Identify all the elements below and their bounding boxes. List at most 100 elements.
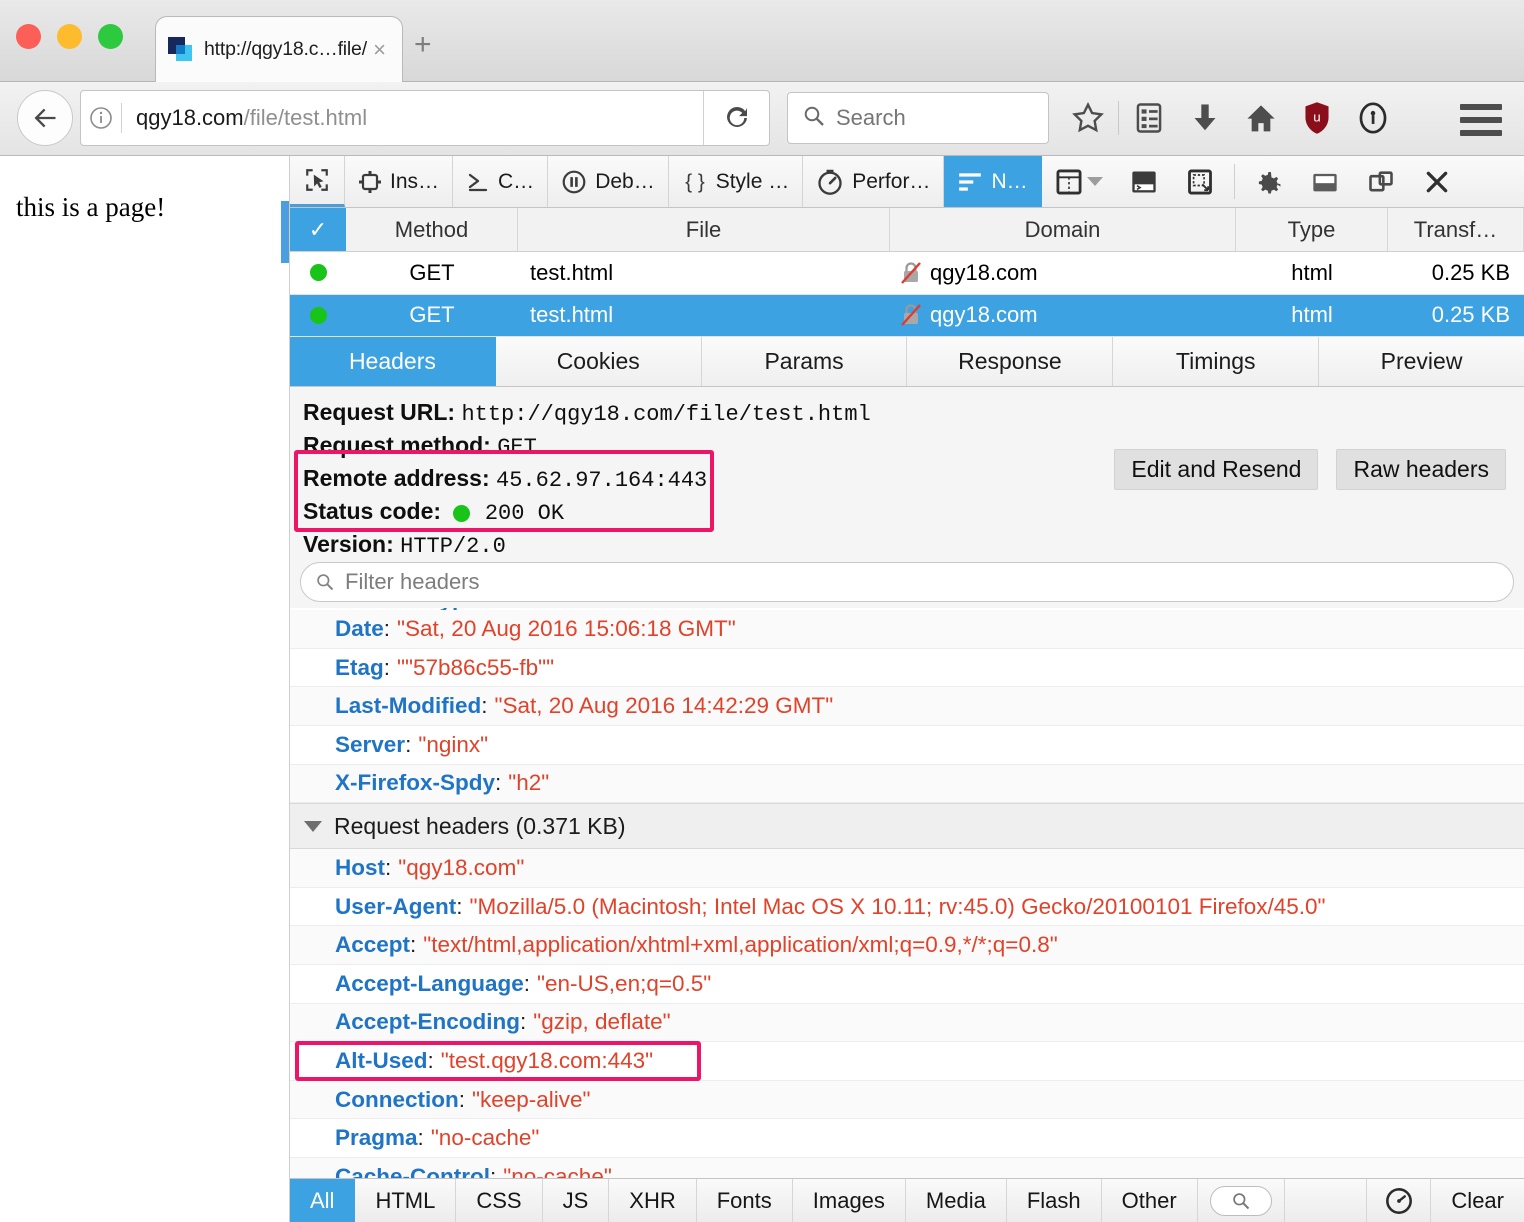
column-header-file[interactable]: File [518, 208, 890, 251]
filter-all[interactable]: All [290, 1179, 355, 1222]
header-name: Last-Modified [335, 693, 481, 719]
tab-strip: http://qgy18.c…file/test.html × + [0, 0, 1524, 82]
browser-tab[interactable]: http://qgy18.c…file/test.html × [155, 16, 403, 82]
page-scrollbar[interactable] [281, 201, 289, 263]
address-bar[interactable]: qgy18.com/file/test.html [80, 90, 770, 146]
filter-images[interactable]: Images [793, 1179, 906, 1222]
chevron-down-icon[interactable] [1087, 177, 1103, 186]
devtools-tab-debugger[interactable]: Deb… [548, 156, 669, 207]
filter-js[interactable]: JS [543, 1179, 610, 1222]
table-row[interactable]: GET test.html qgy18.com html 0.25 KB [290, 252, 1524, 295]
filter-headers-placeholder: Filter headers [345, 569, 480, 595]
back-button[interactable] [17, 90, 73, 146]
network-search-button[interactable] [1198, 1179, 1285, 1222]
header-name: X-Firefox-Spdy [335, 770, 495, 796]
raw-headers-button[interactable]: Raw headers [1336, 449, 1506, 490]
row-domain: qgy18.com [930, 260, 1038, 286]
close-devtools-button[interactable] [1409, 156, 1465, 207]
devtools-tab-label: C… [498, 170, 534, 194]
header-value: "en-US,en;q=0.5" [537, 971, 711, 997]
onepassword-icon[interactable] [1345, 92, 1401, 144]
request-summary: Request URL: http://qgy18.com/file/test.… [290, 387, 1524, 562]
header-name: Host [335, 855, 385, 881]
search-bar[interactable]: Search [787, 92, 1049, 144]
tab-timings[interactable]: Timings [1113, 337, 1319, 386]
remote-address-value: 45.62.97.164:443 [496, 468, 707, 493]
row-type: html [1236, 295, 1388, 337]
tab-preview[interactable]: Preview [1319, 337, 1524, 386]
row-domain-cell: qgy18.com [890, 295, 1236, 337]
bookmark-star-icon[interactable] [1060, 92, 1116, 144]
address-bar-url[interactable]: qgy18.com/file/test.html [122, 105, 703, 131]
tab-cookies[interactable]: Cookies [496, 337, 702, 386]
favicon-icon [168, 37, 194, 63]
header-value: "nginx" [418, 732, 488, 758]
window-zoom-button[interactable] [98, 24, 123, 49]
menu-icon[interactable] [1460, 104, 1502, 143]
header-name: User-Agent [335, 894, 456, 920]
tab-response[interactable]: Response [907, 337, 1113, 386]
screenshot-button[interactable] [1172, 156, 1228, 207]
request-headers-group-label: Request headers (0.371 KB) [334, 813, 626, 840]
filter-media[interactable]: Media [906, 1179, 1007, 1222]
toolbar-separator [1234, 164, 1235, 199]
filter-fonts[interactable]: Fonts [697, 1179, 793, 1222]
filter-css[interactable]: CSS [456, 1179, 542, 1222]
column-header-method[interactable]: Method [346, 208, 518, 251]
settings-button[interactable] [1241, 156, 1297, 207]
element-picker-button[interactable] [290, 156, 345, 207]
list-item: Alt-Used: "test.qgy18.com:443" [290, 1042, 1524, 1081]
site-info-icon[interactable] [81, 106, 121, 130]
devtools-tab-network[interactable]: N… [944, 156, 1041, 207]
split-console-button[interactable] [1116, 156, 1172, 207]
reload-button[interactable] [703, 91, 769, 145]
new-tab-button[interactable]: + [414, 30, 432, 60]
request-headers-group[interactable]: Request headers (0.371 KB) [290, 803, 1524, 849]
dock-bottom-button[interactable] [1297, 156, 1353, 207]
reader-list-icon[interactable] [1121, 92, 1177, 144]
network-table-header: ✓ Method File Domain Type Transf… [290, 208, 1524, 252]
column-header-transfer[interactable]: Transf… [1388, 208, 1524, 251]
filter-xhr[interactable]: XHR [609, 1179, 696, 1222]
row-file: test.html [518, 252, 890, 294]
tab-params[interactable]: Params [702, 337, 908, 386]
search-icon [802, 104, 826, 133]
devtools-tab-performance[interactable]: Perfor… [803, 156, 944, 207]
header-name: Accept-Encoding [335, 1009, 520, 1035]
edit-and-resend-button[interactable]: Edit and Resend [1114, 449, 1318, 490]
home-icon[interactable] [1233, 92, 1289, 144]
tab-close-icon[interactable]: × [367, 39, 392, 61]
table-row[interactable]: GET test.html qgy18.com html 0.25 KB [290, 295, 1524, 338]
filter-bar-spacer [1285, 1179, 1368, 1222]
dock-window-button[interactable] [1353, 156, 1409, 207]
filter-other[interactable]: Other [1102, 1179, 1198, 1222]
throttling-button[interactable] [1367, 1179, 1431, 1222]
browser-window: http://qgy18.c…file/test.html × + qgy18.… [0, 0, 1524, 1222]
responsive-design-mode-button[interactable] [1042, 156, 1116, 207]
devtools-tab-style-editor[interactable]: { } Style … [669, 156, 804, 207]
devtools-tab-inspector[interactable]: Ins… [345, 156, 453, 207]
header-name: Pragma [335, 1125, 418, 1151]
request-method-label: Request method: [303, 432, 491, 458]
filter-headers-wrap: Filter headers [290, 562, 1524, 608]
tab-headers[interactable]: Headers [290, 337, 496, 386]
status-dot-icon [310, 264, 327, 281]
split-console-icon [1130, 168, 1158, 196]
filter-html[interactable]: HTML [355, 1179, 456, 1222]
headers-list: Content-Type: "text/html" Date: "Sat, 20… [290, 608, 1524, 1178]
filter-headers-input[interactable]: Filter headers [300, 562, 1514, 602]
window-close-button[interactable] [16, 24, 41, 49]
ublock-origin-icon[interactable]: u [1289, 92, 1345, 144]
column-header-checkbox[interactable]: ✓ [290, 208, 346, 251]
broken-lock-icon [900, 303, 922, 327]
filter-flash[interactable]: Flash [1007, 1179, 1102, 1222]
navbar-icon-group: u [1060, 92, 1401, 144]
window-minimize-button[interactable] [57, 24, 82, 49]
window-traffic-lights [16, 24, 123, 49]
column-header-domain[interactable]: Domain [890, 208, 1236, 251]
clear-button[interactable]: Clear [1431, 1179, 1524, 1222]
downloads-icon[interactable] [1177, 92, 1233, 144]
list-item: Accept-Encoding: "gzip, deflate" [290, 1004, 1524, 1043]
devtools-tab-console[interactable]: C… [453, 156, 548, 207]
column-header-type[interactable]: Type [1236, 208, 1388, 251]
